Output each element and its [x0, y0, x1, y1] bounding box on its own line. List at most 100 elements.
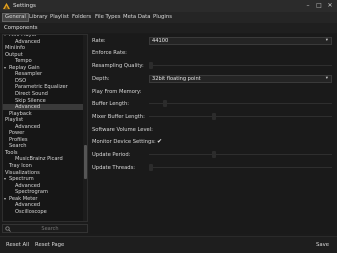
option-row: Play From Memory: — [90, 87, 335, 97]
tree-item-label: Direct Sound — [15, 90, 48, 97]
option-slider[interactable] — [149, 113, 332, 120]
tree-item[interactable]: Advanced — [3, 183, 83, 189]
option-checkbox[interactable]: ✔ — [156, 138, 163, 145]
tree-item[interactable]: Skip Silence — [3, 98, 83, 104]
option-row: Monitor Device Settings: ✔ — [90, 137, 335, 147]
tree-item-label: Peak Meter — [9, 195, 38, 202]
tree-item-label: Output — [5, 51, 23, 58]
tab-playlist[interactable]: Playlist — [48, 13, 71, 22]
tree-item[interactable]: Profiles — [3, 137, 83, 143]
tree-item[interactable]: Search — [3, 143, 83, 149]
tree-item[interactable]: DSO — [3, 78, 83, 84]
tree-item[interactable]: MusicBrainz Picard — [3, 156, 83, 162]
tab-library[interactable]: Library — [27, 13, 50, 22]
tree-item-label: MusicBrainz Picard — [15, 156, 63, 163]
tree-search-box[interactable] — [2, 224, 88, 233]
tree-item[interactable]: Playback — [3, 111, 83, 117]
slider-handle[interactable] — [211, 113, 216, 120]
tree-item[interactable]: Advanced — [3, 39, 83, 45]
tab-plugins[interactable]: Plugins — [151, 13, 174, 22]
tree-item[interactable]: ▾ Peak Meter — [3, 196, 83, 202]
option-dropdown[interactable]: 32bit floating point ▾ — [149, 75, 332, 83]
tree-item[interactable]: ▾Playlist — [3, 117, 83, 123]
tree-item-label: Spectrum — [9, 176, 34, 183]
option-checkbox[interactable] — [143, 88, 150, 95]
option-dropdown[interactable]: 44100 ▾ — [149, 37, 332, 45]
tree-item[interactable]: ▾Tools — [3, 150, 83, 156]
option-label: Play From Memory: — [92, 89, 142, 95]
expand-arrow-icon[interactable]: ▾ — [4, 196, 8, 202]
option-label: Depth: — [92, 76, 110, 82]
expand-arrow-icon[interactable]: ▾ — [3, 150, 4, 156]
search-icon — [5, 226, 11, 232]
expand-arrow-icon[interactable]: ▾ — [4, 65, 8, 71]
tree-item-label: Tools — [5, 149, 18, 156]
expand-arrow-icon[interactable]: ▾ — [4, 35, 8, 38]
search-input[interactable] — [14, 225, 86, 232]
tree-scrollbar[interactable] — [83, 35, 87, 221]
tree-item[interactable]: Advanced — [3, 202, 83, 208]
expand-arrow-icon[interactable]: ▾ — [3, 117, 4, 123]
option-label: Mixer Buffer Length: — [92, 114, 145, 120]
expand-arrow-icon[interactable]: ▾ — [4, 176, 8, 182]
settings-tabs: General Library Playlist Folders File Ty… — [0, 12, 337, 23]
tree-item[interactable]: Spectrogram — [3, 189, 83, 195]
tree-item-label: Advanced — [15, 104, 41, 111]
tree-item[interactable]: Oscilloscope — [3, 209, 83, 215]
tree-item-label: Advanced — [15, 38, 41, 45]
slider-handle[interactable] — [163, 100, 168, 107]
tree-item[interactable]: Resampler — [3, 71, 83, 77]
tab-folders[interactable]: Folders — [70, 13, 93, 22]
tree-item[interactable]: ▾Output — [3, 52, 83, 58]
save-button[interactable]: Save — [316, 241, 329, 250]
tree-item[interactable]: ▾ Replay Gain — [3, 65, 83, 71]
scrollbar-thumb[interactable] — [84, 145, 87, 179]
reset-all-button[interactable]: Reset All — [6, 241, 29, 250]
tree-item[interactable]: ▸Miniinfo — [3, 45, 83, 51]
tree-item[interactable]: Tempo — [3, 58, 83, 64]
option-slider[interactable] — [149, 62, 332, 69]
option-slider[interactable] — [149, 151, 332, 158]
tree-item[interactable]: Parametric Equalizer — [3, 84, 83, 90]
collapse-arrow-icon[interactable]: ▸ — [3, 45, 4, 51]
tab-file-types[interactable]: File Types — [93, 13, 122, 22]
option-slider[interactable] — [149, 164, 332, 171]
tree-item[interactable]: Advanced — [3, 124, 83, 130]
option-checkbox[interactable] — [154, 126, 161, 133]
close-button[interactable]: ✕ — [325, 1, 335, 11]
tree-item-label: Spectrogram — [15, 189, 48, 196]
window-title: Settings — [13, 3, 36, 9]
tree-item[interactable]: Power — [3, 130, 83, 136]
title-bar: Settings – □ ✕ — [0, 0, 337, 12]
app-logo-icon — [2, 2, 11, 10]
dropdown-value: 32bit floating point — [152, 76, 201, 82]
tab-components[interactable]: Components — [4, 24, 38, 32]
option-row: Update Threads: — [90, 163, 335, 173]
tree-item[interactable]: Advanced — [3, 104, 83, 111]
option-label: Update Period: — [92, 152, 131, 158]
tree-item[interactable]: Direct Sound — [3, 91, 83, 97]
option-label: Enforce Rate: — [92, 50, 127, 56]
slider-handle[interactable] — [211, 151, 216, 158]
tree-item-label: DSO — [15, 77, 27, 84]
tree-item-label: Resampler — [15, 71, 43, 78]
slider-handle[interactable] — [149, 164, 153, 171]
maximize-button[interactable]: □ — [314, 1, 324, 11]
slider-handle[interactable] — [149, 62, 153, 69]
tab-meta-data[interactable]: Meta Data — [121, 13, 152, 22]
tree-item-label: Oscilloscope — [15, 208, 47, 215]
expand-arrow-icon[interactable]: ▾ — [3, 52, 4, 58]
minimize-button[interactable]: – — [303, 1, 313, 11]
option-row: Mixer Buffer Length: — [90, 112, 335, 122]
expand-arrow-icon[interactable]: ▾ — [3, 170, 4, 176]
tree-item[interactable]: Tray Icon — [3, 163, 83, 169]
option-slider[interactable] — [149, 100, 332, 107]
footer-bar: Reset All Reset Page Save — [0, 236, 337, 253]
tab-general[interactable]: General — [2, 13, 29, 22]
option-label: Monitor Device Settings: — [92, 139, 156, 145]
option-label: Rate: — [92, 38, 106, 44]
reset-page-button[interactable]: Reset Page — [35, 241, 64, 250]
option-checkbox[interactable] — [132, 49, 139, 56]
tree-item[interactable]: ▾Visualizations — [3, 170, 83, 176]
tree-item[interactable]: ▾ Spectrum — [3, 176, 83, 182]
